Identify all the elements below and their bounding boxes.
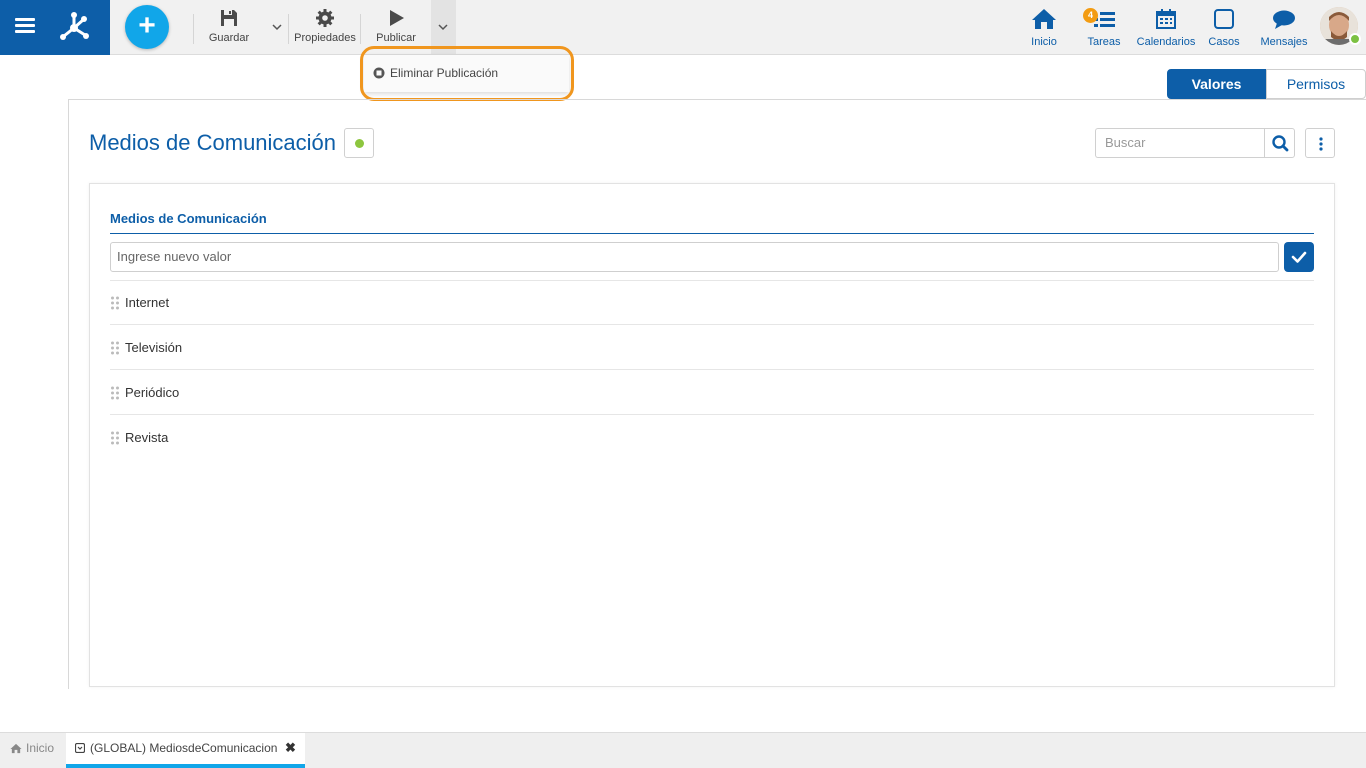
publish-label: Publicar	[376, 32, 416, 44]
list-item-label: Revista	[125, 430, 169, 445]
hamburger-menu-icon[interactable]	[15, 18, 35, 34]
search-button[interactable]	[1264, 128, 1295, 158]
more-options-button[interactable]	[1305, 128, 1335, 158]
bottom-tab-home[interactable]: Inicio	[10, 741, 54, 755]
status-dot	[355, 139, 364, 148]
tab-values[interactable]: Valores	[1167, 69, 1266, 99]
list-item[interactable]: Periódico	[110, 385, 179, 400]
drag-handle-icon[interactable]	[110, 431, 120, 445]
status-button[interactable]	[344, 128, 374, 158]
list-item-label: Internet	[125, 295, 170, 310]
list-item[interactable]: Revista	[110, 430, 168, 445]
new-value-input[interactable]: Ingrese nuevo valor	[110, 242, 1279, 272]
publish-button[interactable]: Publicar	[373, 8, 419, 44]
row-divider	[110, 369, 1314, 370]
nav-tasks[interactable]: 4 Tareas	[1083, 8, 1125, 48]
drag-handle-icon[interactable]	[110, 296, 120, 310]
row-divider	[110, 414, 1314, 415]
play-icon	[390, 10, 404, 26]
drag-handle-icon[interactable]	[110, 341, 120, 355]
floppy-disk-icon	[221, 10, 237, 26]
save-label: Guardar	[208, 32, 250, 44]
bottom-tab-active[interactable]: (GLOBAL) MediosdeComunicacion ✖	[66, 733, 305, 768]
chevron-down-icon	[438, 24, 448, 31]
close-tab-icon[interactable]: ✖	[285, 740, 296, 756]
nav-calendars-label: Calendarios	[1136, 36, 1196, 48]
list-item[interactable]: Internet	[110, 295, 169, 310]
page-title: Medios de Comunicación	[89, 130, 337, 155]
section-title: Medios de Comunicación	[110, 211, 267, 226]
nav-tasks-label: Tareas	[1087, 36, 1121, 48]
toolbar-divider	[288, 14, 289, 44]
row-divider	[110, 324, 1314, 325]
home-icon	[1032, 9, 1056, 29]
search-icon	[1272, 135, 1289, 152]
chat-bubble-icon	[1273, 10, 1295, 29]
nav-cases[interactable]: Casos	[1206, 8, 1242, 48]
gear-icon	[316, 9, 334, 27]
nav-home-label: Inicio	[1031, 36, 1057, 48]
list-item-label: Periódico	[125, 385, 180, 400]
nav-calendars[interactable]: Calendarios	[1135, 8, 1197, 48]
bottom-tab-home-label: Inicio	[26, 741, 55, 755]
section-divider	[110, 233, 1314, 234]
page-border-top	[68, 99, 1366, 100]
entity-icon	[75, 743, 85, 753]
search-input[interactable]: Buscar	[1095, 128, 1265, 158]
add-new-button[interactable]: +	[125, 5, 169, 49]
save-button[interactable]: Guardar	[206, 8, 252, 44]
online-status-indicator	[1349, 33, 1361, 45]
nav-home[interactable]: Inicio	[1026, 8, 1062, 48]
drag-handle-icon[interactable]	[110, 386, 120, 400]
properties-button[interactable]: Propiedades	[293, 8, 357, 44]
page-border-left	[68, 99, 69, 689]
calendar-icon	[1156, 9, 1176, 29]
confirm-button[interactable]	[1284, 242, 1314, 272]
vertical-dots-icon	[1319, 137, 1323, 151]
bottom-tab-active-label: (GLOBAL) MediosdeComunicacion	[90, 741, 278, 755]
nav-cases-label: Casos	[1208, 36, 1240, 48]
chevron-down-icon[interactable]	[270, 20, 284, 34]
checkmark-icon	[1291, 251, 1307, 263]
home-icon	[10, 743, 22, 753]
logo-icon[interactable]	[56, 8, 92, 44]
row-divider	[110, 280, 1314, 281]
top-toolbar: + Guardar Propiedades Publicar Inicio 4 …	[0, 0, 1366, 55]
nav-messages-label: Mensajes	[1260, 36, 1308, 48]
cases-icon	[1214, 9, 1234, 29]
toolbar-divider	[193, 14, 194, 44]
list-item[interactable]: Televisión	[110, 340, 182, 355]
nav-messages[interactable]: Mensajes	[1259, 8, 1309, 48]
properties-label: Propiedades	[294, 32, 356, 44]
tasks-badge: 4	[1083, 8, 1098, 23]
toolbar-divider	[360, 14, 361, 44]
brand-area	[0, 0, 110, 55]
tab-permissions[interactable]: Permisos	[1266, 69, 1366, 99]
list-item-label: Televisión	[125, 340, 183, 355]
highlight-outline	[360, 46, 574, 101]
